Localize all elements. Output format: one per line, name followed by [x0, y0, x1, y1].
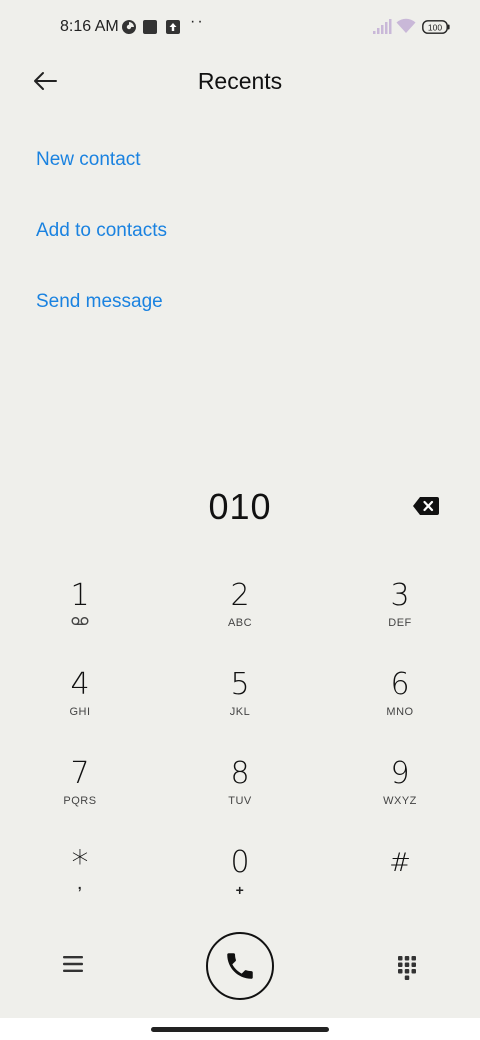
- key-letters: ,: [77, 876, 83, 892]
- battery-icon: 100: [422, 20, 450, 39]
- phone-icon: [227, 953, 253, 979]
- key-8[interactable]: 8 TUV: [180, 754, 300, 838]
- key-digit: 0: [230, 845, 250, 880]
- add-to-contacts-link[interactable]: Add to contacts: [36, 220, 167, 242]
- dialpad-grid-icon: [398, 956, 416, 980]
- key-4[interactable]: 4 GHI: [20, 665, 140, 749]
- key-0[interactable]: 0 +: [180, 843, 300, 927]
- header: Recents: [0, 56, 480, 108]
- key-digit: 6: [390, 667, 410, 702]
- key-letters: WXYZ: [383, 795, 417, 807]
- home-indicator[interactable]: [151, 1027, 329, 1032]
- key-1[interactable]: 1: [20, 576, 140, 660]
- key-hash[interactable]: #: [340, 843, 460, 927]
- dialed-number: 010: [208, 486, 272, 527]
- system-nav-bar: [0, 1018, 480, 1040]
- status-time: 8:16 AM: [60, 18, 119, 35]
- status-bar: 8:16 AM ·· 100: [0, 0, 480, 56]
- bottom-bar: [0, 924, 480, 1014]
- key-letters: MNO: [386, 706, 414, 718]
- key-digit: 8: [230, 756, 250, 791]
- key-digit: 9: [390, 756, 410, 791]
- key-letters: TUV: [228, 795, 252, 807]
- new-contact-link[interactable]: New contact: [36, 149, 141, 171]
- battery-level: 100: [428, 22, 442, 32]
- voicemail-icon: [20, 616, 140, 632]
- backspace-icon: [413, 497, 439, 515]
- key-digit: 7: [70, 756, 90, 791]
- key-letters: JKL: [229, 706, 251, 718]
- key-digit: 4: [70, 667, 90, 702]
- key-9[interactable]: 9 WXYZ: [340, 754, 460, 838]
- send-message-link[interactable]: Send message: [36, 291, 163, 313]
- dialpad-toggle-button[interactable]: [396, 954, 418, 980]
- key-letters: +: [235, 882, 245, 898]
- call-button[interactable]: [206, 932, 274, 1000]
- backspace-button[interactable]: [412, 496, 442, 518]
- key-2[interactable]: 2 ABC: [180, 576, 300, 660]
- wifi-icon: [396, 18, 416, 39]
- key-7[interactable]: 7 PQRS: [20, 754, 140, 838]
- key-letters: PQRS: [63, 795, 97, 807]
- menu-button[interactable]: [60, 952, 86, 976]
- key-digit: #: [389, 848, 411, 878]
- signal-icon: [372, 19, 392, 40]
- square-notification-icon: [142, 19, 158, 40]
- key-3[interactable]: 3 DEF: [340, 576, 460, 660]
- key-digit: 2: [230, 578, 250, 613]
- key-digit: 3: [390, 578, 410, 613]
- key-5[interactable]: 5 JKL: [180, 665, 300, 749]
- page-title: Recents: [197, 68, 283, 94]
- upload-icon: [165, 19, 181, 40]
- hamburger-menu-icon: [63, 956, 83, 972]
- key-letters: DEF: [388, 617, 412, 629]
- key-letters: GHI: [69, 706, 91, 718]
- more-dots-icon: ··: [190, 13, 205, 30]
- data-saver-icon: [121, 19, 137, 40]
- key-star[interactable]: * ,: [20, 843, 140, 927]
- key-digit: 5: [230, 667, 250, 702]
- key-letters: [340, 883, 460, 899]
- dialer-screen: 8:16 AM ·· 100 Recents New contact Add t…: [0, 0, 480, 1040]
- key-6[interactable]: 6 MNO: [340, 665, 460, 749]
- key-letters: ABC: [227, 617, 253, 629]
- key-digit: 1: [70, 578, 90, 613]
